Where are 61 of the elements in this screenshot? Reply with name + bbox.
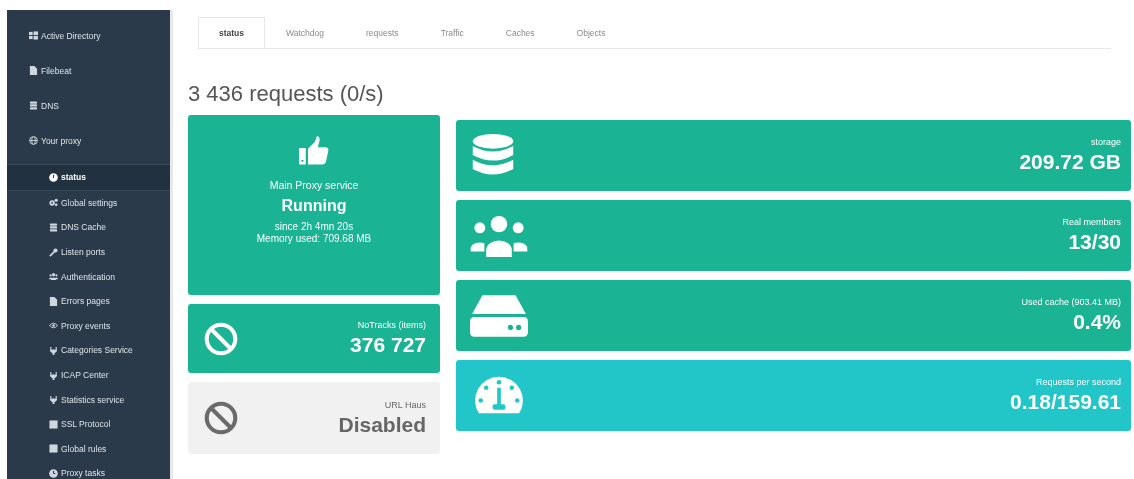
sidebar-item[interactable]: Filebeat (7, 53, 170, 88)
sidebar-item[interactable]: Global settings (7, 190, 170, 216)
sidebar-item[interactable]: Global rules (7, 436, 170, 462)
square-icon (49, 419, 58, 429)
stat-label: Requests per second (1034, 377, 1121, 387)
file-icon (29, 66, 38, 75)
file-icon (49, 296, 58, 306)
stat-value: 13/30 (1067, 230, 1121, 254)
gears-icon (49, 198, 58, 208)
stat-value: 0.4% (1072, 310, 1121, 334)
service-memory: Memory used: 709.68 MB (256, 233, 372, 245)
stat-label: URL Haus (383, 399, 426, 410)
drive-icon (470, 294, 528, 337)
sidebar-item[interactable]: DNS (7, 88, 170, 123)
stat-value: 376 727 (350, 333, 426, 357)
stat-label: Used cache (903.41 MB) (1021, 297, 1121, 307)
users-icon (49, 272, 58, 282)
stat-label: NoTracks (items) (356, 320, 426, 330)
wrench-icon (49, 247, 58, 257)
sidebar-item[interactable]: Authentication (7, 264, 170, 289)
plug-icon (49, 395, 58, 405)
sidebar-item[interactable]: SSL Protocol (7, 411, 170, 437)
prohibited-icon (204, 321, 238, 356)
sidebar-item[interactable]: status (7, 164, 170, 191)
stat-label: Real members (1062, 217, 1121, 227)
square-icon (49, 444, 58, 454)
sidebar-item[interactable]: Proxy events (7, 313, 170, 339)
sidebar-item[interactable]: Errors pages (7, 288, 170, 314)
service-state: Running (281, 197, 347, 215)
sidebar-item[interactable]: Categories Service (7, 338, 170, 363)
users-icon (470, 214, 528, 257)
sidebar-item[interactable]: Your proxy (7, 123, 170, 158)
sidebar-item[interactable]: Listen ports (7, 239, 170, 265)
sidebar-item[interactable]: ICAP Center (7, 362, 170, 388)
sidebar-item[interactable]: Proxy tasks (7, 461, 170, 479)
database-icon (29, 101, 38, 110)
eye-icon (49, 321, 58, 331)
sidebar-item[interactable]: DNS Cache (7, 215, 170, 240)
tab[interactable]: status (198, 17, 266, 48)
plug-icon (49, 370, 58, 380)
prohibited-icon (204, 401, 238, 435)
tab[interactable]: Traffic (419, 17, 485, 48)
page-heading: 3 436 requests (0/s) (188, 81, 385, 107)
globe-icon (29, 136, 38, 145)
service-uptime: since 2h 4mn 20s (274, 221, 354, 233)
thumbs-up-icon (299, 135, 329, 167)
service-title: Main Proxy service (269, 179, 359, 191)
tab[interactable]: Caches (484, 17, 556, 48)
stat-label: storage (1089, 137, 1121, 147)
plug-icon (49, 345, 58, 355)
tab[interactable]: Objects (555, 17, 627, 48)
stat-value: 0.18/159.61 (1010, 390, 1121, 414)
sidebar-item[interactable]: Statistics service (7, 387, 170, 412)
windows-icon (29, 31, 38, 40)
tab[interactable]: Watchdog (265, 17, 345, 48)
sidebar-item[interactable]: Active Directory (7, 18, 170, 53)
tab[interactable]: requests (345, 17, 420, 48)
database-icon (49, 223, 58, 232)
gauge-icon (49, 172, 58, 182)
stat-value: 209.72 GB (1019, 150, 1121, 174)
stat-value: Disabled (338, 412, 426, 437)
